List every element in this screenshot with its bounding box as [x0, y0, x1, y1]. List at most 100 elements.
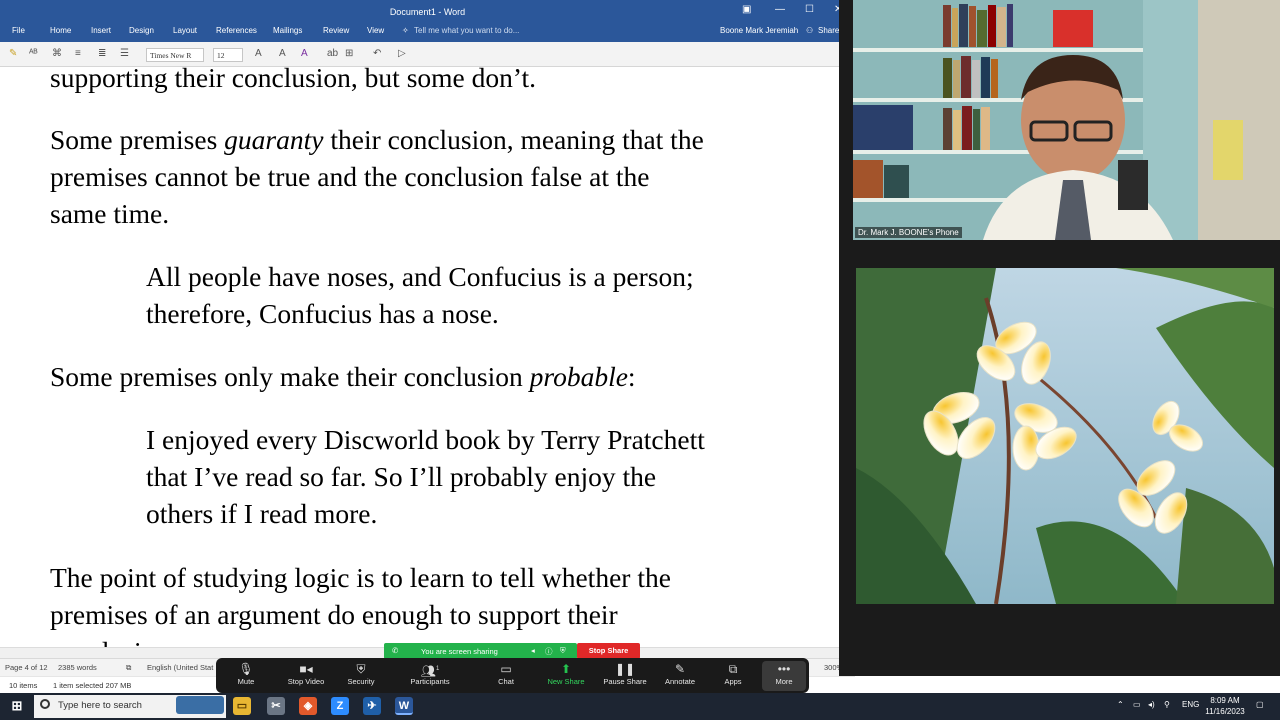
redo-icon[interactable]: ▷: [398, 48, 406, 59]
microphone-icon: 🎙︎: [238, 662, 254, 676]
align-left-icon[interactable]: ≡: [75, 48, 81, 59]
word-count[interactable]: 2385 words: [58, 663, 97, 672]
example-line: others if I read more.: [146, 498, 378, 529]
ribbon-tabs: File Home Insert Design Layout Reference…: [0, 24, 845, 40]
font-color-icon[interactable]: A: [301, 48, 308, 59]
participant-video[interactable]: [853, 0, 1280, 240]
zoom-app-icon[interactable]: Z: [331, 697, 349, 715]
share-button[interactable]: Share: [818, 26, 839, 35]
font-name-field[interactable]: Times New R: [146, 48, 204, 62]
styles-icon[interactable]: ⌘: [52, 48, 62, 59]
pencil-icon: ✎: [674, 662, 686, 676]
tab-review[interactable]: Review: [323, 26, 349, 35]
participants-count: 1: [435, 666, 440, 672]
ribbon-display-options-icon[interactable]: ▣: [742, 4, 751, 15]
participant-name-label: Dr. Mark J. BOONE's Phone: [855, 227, 962, 238]
text-run: Some premises only make their conclusion: [50, 361, 530, 392]
windows-start-icon[interactable]: ⊞: [8, 697, 26, 715]
font-size-field[interactable]: 12: [213, 48, 243, 62]
maximize-icon[interactable]: ☐: [805, 4, 814, 15]
tab-insert[interactable]: Insert: [91, 26, 111, 35]
chat-button[interactable]: ▭ Chat: [476, 661, 536, 691]
pause-share-button[interactable]: ❚❚ Pause Share: [595, 661, 655, 691]
spelling-icon[interactable]: ᴬᴮ: [29, 48, 38, 59]
tab-home[interactable]: Home: [50, 26, 71, 35]
volume-icon[interactable]: ◂): [1148, 700, 1155, 709]
mute-label: Mute: [237, 677, 255, 686]
undo-icon[interactable]: ↶: [373, 48, 381, 59]
shield-icon: ⛨: [356, 662, 366, 676]
tray-chevron-icon[interactable]: ⌃: [1117, 700, 1124, 709]
info-icon[interactable]: ⓘ: [545, 646, 553, 657]
formatting-toolbar: ✎ ᴬᴮ ⌘ ≡ ≣ ☰ Times New R 12 A A A ab ⊞ ↶…: [0, 42, 845, 67]
tab-references[interactable]: References: [216, 26, 257, 35]
tab-file[interactable]: File: [12, 26, 25, 35]
text-run: their conclusion, meaning that the: [323, 124, 704, 155]
new-share-button[interactable]: ⬆ New Share: [536, 661, 596, 691]
tray-app-icon[interactable]: ▭: [1133, 700, 1141, 709]
emphasis-text: probable: [529, 361, 628, 392]
pause-share-label: Pause Share: [603, 677, 647, 686]
example-line: All people have noses, and Confucius is …: [146, 261, 694, 292]
notifications-icon[interactable]: ▢: [1256, 700, 1264, 709]
pause-icon: ❚❚: [614, 662, 636, 676]
mute-button[interactable]: 🎙︎ Mute: [216, 661, 276, 691]
apps-button[interactable]: ⧉ Apps: [703, 661, 763, 691]
snipping-tool-icon[interactable]: ✂: [267, 697, 285, 715]
more-label: More: [775, 677, 793, 686]
table-icon[interactable]: ⊞: [345, 48, 353, 59]
paragraph-line: premises cannot be true and the conclusi…: [50, 161, 650, 192]
tell-me-search[interactable]: Tell me what you want to do...: [414, 26, 519, 35]
security-small-icon[interactable]: ⛨: [560, 646, 566, 656]
app-icon[interactable]: ✈: [363, 697, 381, 715]
selection-info: 1 item selected 207 MB: [53, 681, 132, 690]
stop-video-label: Stop Video: [287, 677, 325, 686]
bullets-icon[interactable]: ☰: [120, 48, 129, 59]
brave-browser-icon[interactable]: ◈: [299, 697, 317, 715]
sharing-text: You are screen sharing: [421, 647, 498, 656]
strikethrough-icon[interactable]: ab: [327, 48, 338, 59]
user-name[interactable]: Boone Mark Jeremiah: [720, 26, 798, 35]
clock-time: 8:09 AM: [1210, 696, 1240, 705]
stop-share-button[interactable]: Stop Share: [577, 643, 640, 659]
shrink-font-icon[interactable]: A: [279, 48, 286, 59]
system-clock[interactable]: 8:09 AM 11/16/2023: [1200, 695, 1250, 717]
document-page[interactable]: supporting their conclusion, but some do…: [0, 67, 845, 647]
stop-video-button[interactable]: ■◂ Stop Video: [276, 661, 336, 691]
phone-icon: ✆: [392, 646, 399, 655]
annotate-button[interactable]: ✎ Annotate: [650, 661, 710, 691]
minimize-icon[interactable]: —: [775, 4, 785, 15]
format-painter-icon[interactable]: ✎: [9, 48, 17, 59]
paragraph-line: Some premises guaranty their conclusion,…: [50, 121, 704, 158]
tab-design[interactable]: Design: [129, 26, 154, 35]
paragraph-line: premises of an argument do enough to sup…: [50, 599, 618, 630]
paragraph-line: same time.: [50, 198, 170, 229]
language-indicator[interactable]: English (United Stat: [147, 663, 213, 672]
tab-mailings[interactable]: Mailings: [273, 26, 302, 35]
chat-icon: ▭: [500, 662, 512, 676]
more-button[interactable]: ••• More: [762, 661, 806, 691]
lightbulb-icon: ✧: [402, 26, 409, 35]
plumeria-flower-image: [856, 268, 1274, 604]
file-explorer-icon[interactable]: ▭: [233, 697, 251, 715]
grow-font-icon[interactable]: A: [255, 48, 262, 59]
security-button[interactable]: ⛨ Security: [331, 661, 391, 691]
sharing-indicator[interactable]: ✆ You are screen sharing ◂ ⓘ ⛨: [384, 643, 577, 659]
share-screen-icon: ⬆: [560, 662, 572, 676]
tab-view[interactable]: View: [367, 26, 384, 35]
security-label: Security: [347, 677, 375, 686]
tab-layout[interactable]: Layout: [173, 26, 197, 35]
audio-icon[interactable]: ◂: [531, 646, 535, 655]
paragraph-line: supporting their conclusion, but some do…: [50, 67, 537, 93]
align-center-icon[interactable]: ≣: [98, 48, 106, 59]
video-camera-icon: ■◂: [299, 662, 313, 676]
word-app-icon[interactable]: W: [395, 697, 413, 715]
language-indicator[interactable]: ENG: [1182, 700, 1199, 709]
network-icon[interactable]: ⚲: [1164, 700, 1170, 709]
paragraph-line: conclusion.: [50, 633, 176, 647]
proofing-icon[interactable]: ⧉: [126, 663, 131, 673]
paragraph-line: The point of studying logic is to learn …: [50, 562, 671, 593]
page-count[interactable]: Page 4 of 12: [5, 663, 48, 672]
screen: Document1 - Word ▣ — ☐ ✕ File Home Inser…: [0, 0, 1280, 720]
participants-button[interactable]: 👥︎1 Participants: [400, 661, 460, 691]
